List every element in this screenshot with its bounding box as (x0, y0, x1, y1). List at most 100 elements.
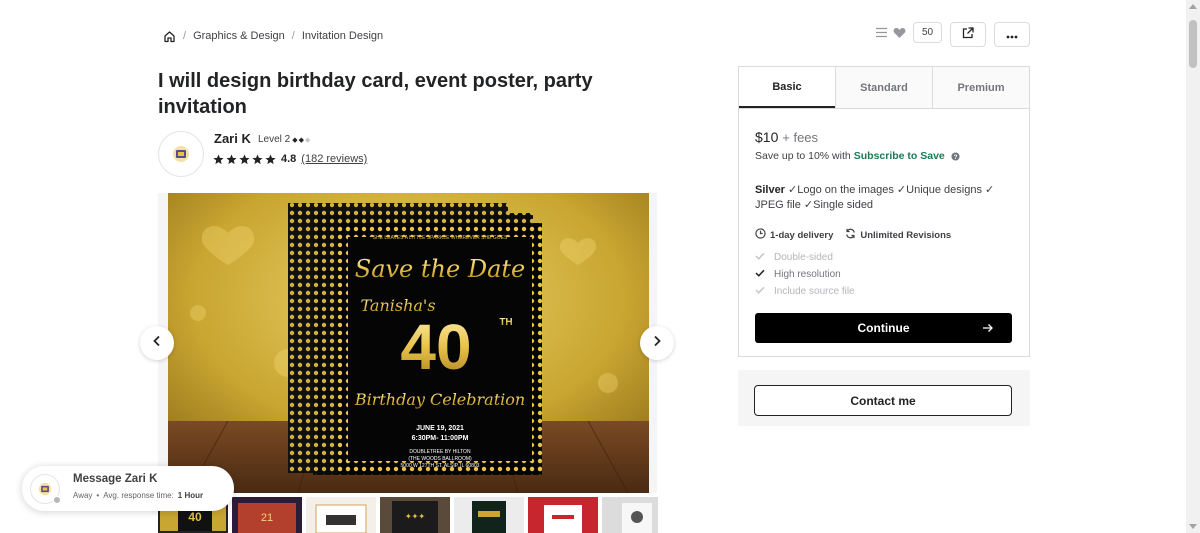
seller-level: Level 2 ◆ ◆ ◆ (258, 134, 311, 145)
help-icon[interactable]: ? (951, 151, 960, 161)
check-icon (755, 252, 765, 263)
more-options-button[interactable] (994, 22, 1030, 47)
message-title: Message Zari K (73, 473, 158, 485)
feature-double-sided: Double-sided (755, 251, 855, 263)
package-card: Basic Standard Premium $10 + fees Save u… (738, 66, 1030, 357)
price-fees: + fees (782, 130, 819, 145)
feature-include-source-file: Include source file (755, 285, 855, 297)
seller-rating: 4.8 (182 reviews) (213, 153, 367, 165)
level-diamond-icon: ◆ (298, 136, 304, 144)
svg-text:21: 21 (261, 512, 273, 524)
contact-me-button[interactable]: Contact me (754, 385, 1012, 416)
poster-venue-line1: DOUBLETREE BY HILTON (409, 449, 471, 455)
seller-status: Away (73, 491, 93, 500)
poster-tagline: SHE LEAVES A LITTLE SPARKLE WHEREVER SHE… (373, 235, 508, 241)
arrow-right-icon (982, 320, 994, 339)
gallery-prev-button[interactable] (140, 326, 174, 360)
collect-group[interactable]: 50 (874, 22, 942, 43)
scroll-down-arrow-icon[interactable] (1189, 524, 1197, 529)
refresh-icon (845, 228, 856, 242)
rating-stars (213, 153, 276, 165)
tab-premium[interactable]: Premium (932, 67, 1029, 108)
poster-venue-line3: 5000 W 127TH ST. ALSIP, IL 60803 (401, 463, 480, 469)
poster-venue-line2: (THE WOODS BALLROOM) (408, 456, 472, 462)
chevron-left-icon (152, 334, 162, 352)
star-icon (213, 153, 224, 165)
save-text: Save up to 10% with (755, 150, 851, 162)
breadcrumb-item-invitation-design[interactable]: Invitation Design (302, 30, 383, 42)
separator-dot: • (96, 491, 100, 500)
contact-card: Contact me (738, 370, 1030, 426)
continue-button[interactable]: Continue (755, 313, 1012, 343)
tab-basic[interactable]: Basic (739, 67, 835, 108)
revisions: Unlimited Revisions (845, 228, 951, 242)
scroll-up-arrow-icon[interactable] (1189, 4, 1197, 9)
breadcrumb-separator: / (291, 30, 295, 42)
breadcrumb-separator: / (183, 30, 187, 42)
delivery-label: 1-day delivery (770, 229, 834, 241)
scrollbar-thumb[interactable] (1189, 20, 1197, 68)
svg-text:40: 40 (188, 510, 202, 524)
response-time-value: 1 Hour (177, 491, 204, 500)
level-diamond-icon: ◆ (305, 136, 310, 144)
poster-age-suffix: TH (499, 317, 512, 328)
home-icon[interactable] (163, 30, 176, 43)
away-status-dot (53, 496, 61, 504)
delivery-time: 1-day delivery (755, 228, 833, 242)
svg-text:✦✦✦: ✦✦✦ (405, 512, 425, 521)
star-icon (265, 153, 276, 165)
breadcrumb-item-graphics-design[interactable]: Graphics & Design (193, 30, 285, 42)
seller-name[interactable]: Zari K (214, 131, 251, 146)
check-icon (755, 269, 765, 280)
feature-label: High resolution (774, 268, 841, 280)
gallery-main-image[interactable]: SHE LEAVES A LITTLE SPARKLE WHEREVER SHE… (168, 193, 649, 493)
message-seller-bubble[interactable]: Message Zari K Away • Avg. response time… (22, 466, 234, 511)
share-button[interactable] (950, 22, 986, 47)
gallery-thumbnail[interactable]: ✦✦✦ (380, 497, 450, 533)
package-description: Silver ✓Logo on the images ✓Unique desig… (755, 183, 1017, 212)
reviews-link[interactable]: (182 reviews) (301, 153, 367, 165)
package-features: Double-sided High resolution Include sou… (755, 251, 855, 297)
page-scrollbar[interactable] (1186, 0, 1200, 533)
response-time-label: Avg. response time: (103, 491, 174, 500)
gallery-next-button[interactable] (640, 326, 674, 360)
price-value: $10 (755, 129, 779, 145)
poster-occasion: Birthday Celebration (354, 390, 525, 409)
svg-text:?: ? (953, 153, 957, 160)
feature-label: Double-sided (774, 251, 833, 263)
gig-actions: 50 (874, 22, 942, 43)
feature-high-resolution: High resolution (755, 268, 855, 280)
gallery-thumbnail[interactable] (602, 497, 658, 533)
list-icon[interactable] (874, 26, 888, 40)
seller-level-label: Level 2 (258, 134, 291, 145)
heart-icon[interactable] (892, 26, 906, 40)
package-tabs: Basic Standard Premium (739, 67, 1029, 109)
gallery-thumbnail[interactable] (528, 497, 598, 533)
breadcrumb: / Graphics & Design / Invitation Design (163, 28, 383, 44)
revisions-label: Unlimited Revisions (860, 229, 952, 241)
message-subtitle: Away • Avg. response time: 1 Hour (73, 491, 203, 500)
star-icon (239, 153, 250, 165)
subscribe-to-save-link[interactable]: Subscribe to Save (854, 150, 945, 162)
gallery-thumbnail[interactable] (454, 497, 524, 533)
continue-label: Continue (857, 321, 910, 335)
gallery-thumbnails: 40 21 ✦✦✦ (158, 497, 658, 533)
star-icon (252, 153, 263, 165)
seller-avatar[interactable] (158, 131, 204, 177)
gallery-thumbnail[interactable]: 21 (232, 497, 302, 533)
more-dots-icon (1006, 26, 1018, 44)
tab-standard[interactable]: Standard (835, 67, 932, 108)
poster-date: JUNE 19, 2021 (416, 425, 464, 432)
poster-save-the-date: Save the Date (355, 255, 525, 283)
package-meta: 1-day delivery Unlimited Revisions (755, 228, 951, 242)
like-count: 50 (913, 22, 942, 43)
chevron-right-icon (652, 334, 662, 352)
star-icon (226, 153, 237, 165)
gig-gallery: SHE LEAVES A LITTLE SPARKLE WHEREVER SHE… (158, 193, 657, 493)
share-icon (962, 26, 974, 44)
feature-label: Include source file (774, 285, 855, 297)
package-price: $10 + fees (755, 129, 818, 145)
package-desc-body: ✓Logo on the images ✓Unique designs ✓ JP… (755, 184, 995, 211)
check-icon (755, 286, 765, 297)
gallery-thumbnail[interactable] (306, 497, 376, 533)
